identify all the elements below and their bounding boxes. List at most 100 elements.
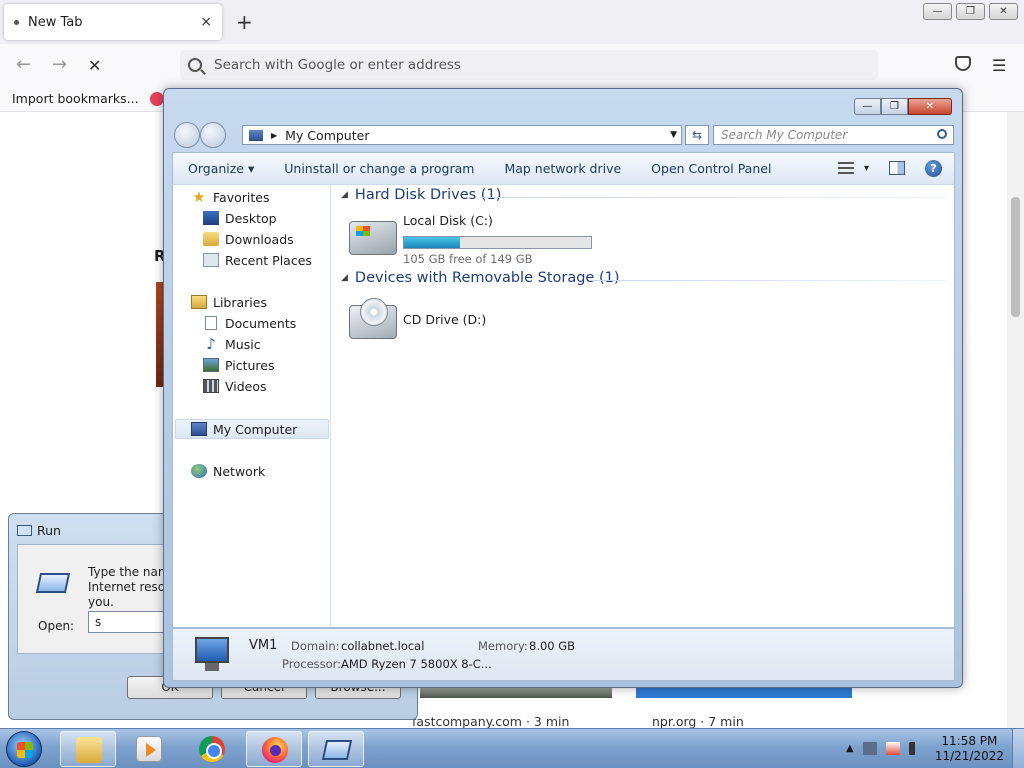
recent-places-icon: [203, 253, 219, 267]
change-view-button[interactable]: ▾: [837, 162, 869, 174]
clock-time: 11:58 PM: [941, 734, 998, 748]
taskbar-run[interactable]: [308, 731, 364, 767]
close-button[interactable]: ✕: [989, 3, 1018, 20]
media-player-icon: [136, 736, 162, 762]
nav-documents[interactable]: Documents: [203, 313, 296, 333]
breadcrumb-arrow-icon[interactable]: ▶: [271, 131, 277, 140]
view-controls: ▾ ?: [837, 153, 954, 183]
uninstall-program-button[interactable]: Uninstall or change a program: [269, 161, 489, 176]
collapse-triangle-icon[interactable]: ◢: [341, 273, 348, 283]
group-divider: [591, 280, 946, 281]
nav-label: Favorites: [213, 189, 270, 205]
stop-icon[interactable]: ✕: [88, 56, 101, 75]
back-icon[interactable]: ←: [16, 54, 31, 75]
nav-videos[interactable]: Videos: [203, 376, 267, 396]
nav-label: Music: [225, 336, 261, 352]
taskbar-chrome[interactable]: [184, 731, 240, 767]
search-input[interactable]: Search My Computer: [713, 125, 954, 145]
forward-icon[interactable]: →: [52, 54, 67, 75]
action-center-icon[interactable]: [885, 742, 900, 755]
views-icon: [837, 162, 854, 174]
firefox-icon: [262, 737, 288, 763]
nav-network[interactable]: Network: [191, 461, 265, 481]
star-icon: ★: [192, 188, 206, 206]
help-icon[interactable]: ?: [925, 159, 942, 177]
address-bar[interactable]: ▶ My Computer ▼: [242, 125, 682, 145]
domain-value: collabnet.local: [341, 639, 425, 653]
tab-loading-icon: [14, 19, 19, 25]
nav-downloads[interactable]: Downloads: [203, 229, 294, 249]
address-dropdown-icon[interactable]: ▼: [670, 130, 677, 140]
collapse-triangle-icon[interactable]: ◢: [341, 190, 348, 200]
start-button[interactable]: [6, 731, 42, 767]
close-button[interactable]: ✕: [908, 98, 952, 115]
network-icon: [191, 464, 207, 478]
run-icon: [321, 740, 353, 760]
story-source: fastcompany.com · 3 min: [412, 714, 570, 729]
map-network-drive-button[interactable]: Map network drive: [489, 161, 636, 176]
nav-favorites[interactable]: ★ Favorites: [191, 187, 269, 207]
network-tray-icon[interactable]: [862, 742, 877, 755]
nav-libraries[interactable]: Libraries: [191, 292, 267, 312]
story-image[interactable]: [420, 688, 612, 698]
scrollbar-thumb[interactable]: [1011, 197, 1020, 317]
taskbar-firefox[interactable]: [246, 731, 302, 767]
search-icon[interactable]: [937, 129, 947, 139]
run-title: Run: [37, 523, 61, 538]
nav-recent-places[interactable]: Recent Places: [203, 250, 312, 270]
nav-desktop[interactable]: Desktop: [203, 208, 277, 228]
show-desktop-button[interactable]: [1012, 729, 1024, 768]
preview-pane-icon[interactable]: [889, 161, 905, 175]
url-placeholder: Search with Google or enter address: [214, 57, 461, 73]
address-row: ▶ My Computer ▼ ⇆ Search My Computer: [172, 122, 954, 148]
system-tray: ▲: [846, 742, 923, 755]
hard-drive-icon: [349, 221, 397, 255]
tray-expand-icon[interactable]: ▲: [846, 743, 854, 754]
group-header-hard-disk-drives[interactable]: ◢ Hard Disk Drives (1): [341, 187, 501, 203]
group-header-removable-storage[interactable]: ◢ Devices with Removable Storage (1): [341, 270, 620, 286]
forward-button[interactable]: [200, 122, 226, 148]
nav-my-computer[interactable]: My Computer: [191, 419, 297, 439]
command-bar: Organize ▾ Uninstall or change a program…: [172, 152, 955, 184]
views-dropdown-icon[interactable]: ▾: [864, 163, 869, 174]
page-scrollbar[interactable]: [1007, 112, 1024, 728]
taskbar-explorer[interactable]: [60, 731, 116, 767]
minimize-button[interactable]: —: [854, 98, 881, 115]
import-bookmarks-link[interactable]: Import bookmarks...: [12, 91, 139, 106]
maximize-button[interactable]: ❐: [881, 98, 908, 115]
taskbar-media-player[interactable]: [121, 731, 177, 767]
tab-new-tab[interactable]: New Tab ×: [4, 4, 222, 40]
details-pane: VM1 Domain: collabnet.local Memory: 8.00…: [172, 628, 955, 681]
music-note-icon: ♪: [206, 335, 216, 353]
clock[interactable]: 11:58 PM 11/21/2022: [935, 734, 1004, 764]
computer-name: VM1: [249, 638, 278, 653]
desktop-icon: [203, 211, 219, 225]
nav-music[interactable]: ♪ Music: [203, 334, 261, 354]
nav-pictures[interactable]: Pictures: [203, 355, 275, 375]
run-icon: [17, 525, 32, 536]
group-divider: [481, 197, 946, 198]
explorer-window: — ❐ ✕ ▶ My Computer ▼ ⇆ Search My Comput…: [163, 88, 963, 688]
restore-button[interactable]: ❐: [956, 3, 985, 20]
nav-label: Desktop: [225, 210, 277, 226]
domain-label: Domain:: [291, 639, 340, 653]
url-bar[interactable]: Search with Google or enter address: [180, 50, 878, 80]
refresh-button[interactable]: ⇆: [685, 125, 709, 145]
drive-name: CD Drive (D:): [403, 312, 487, 327]
back-button[interactable]: [174, 122, 200, 148]
open-control-panel-button[interactable]: Open Control Panel: [636, 161, 786, 176]
breadcrumb-my-computer[interactable]: My Computer: [285, 128, 369, 143]
nav-label: Videos: [225, 378, 267, 394]
nav-label: Recent Places: [225, 252, 312, 268]
search-placeholder: Search My Computer: [721, 128, 848, 142]
minimize-button[interactable]: —: [923, 3, 952, 20]
search-icon: [188, 58, 202, 72]
new-tab-button[interactable]: +: [236, 10, 253, 34]
open-label: Open:: [38, 619, 75, 633]
hamburger-menu-icon[interactable]: ☰: [992, 56, 1006, 75]
organize-button[interactable]: Organize ▾: [173, 161, 269, 176]
bookmark-favicon-icon[interactable]: [150, 92, 164, 106]
volume-icon[interactable]: [908, 742, 923, 755]
story-image[interactable]: [636, 688, 852, 698]
tab-close-icon[interactable]: ×: [200, 14, 212, 30]
